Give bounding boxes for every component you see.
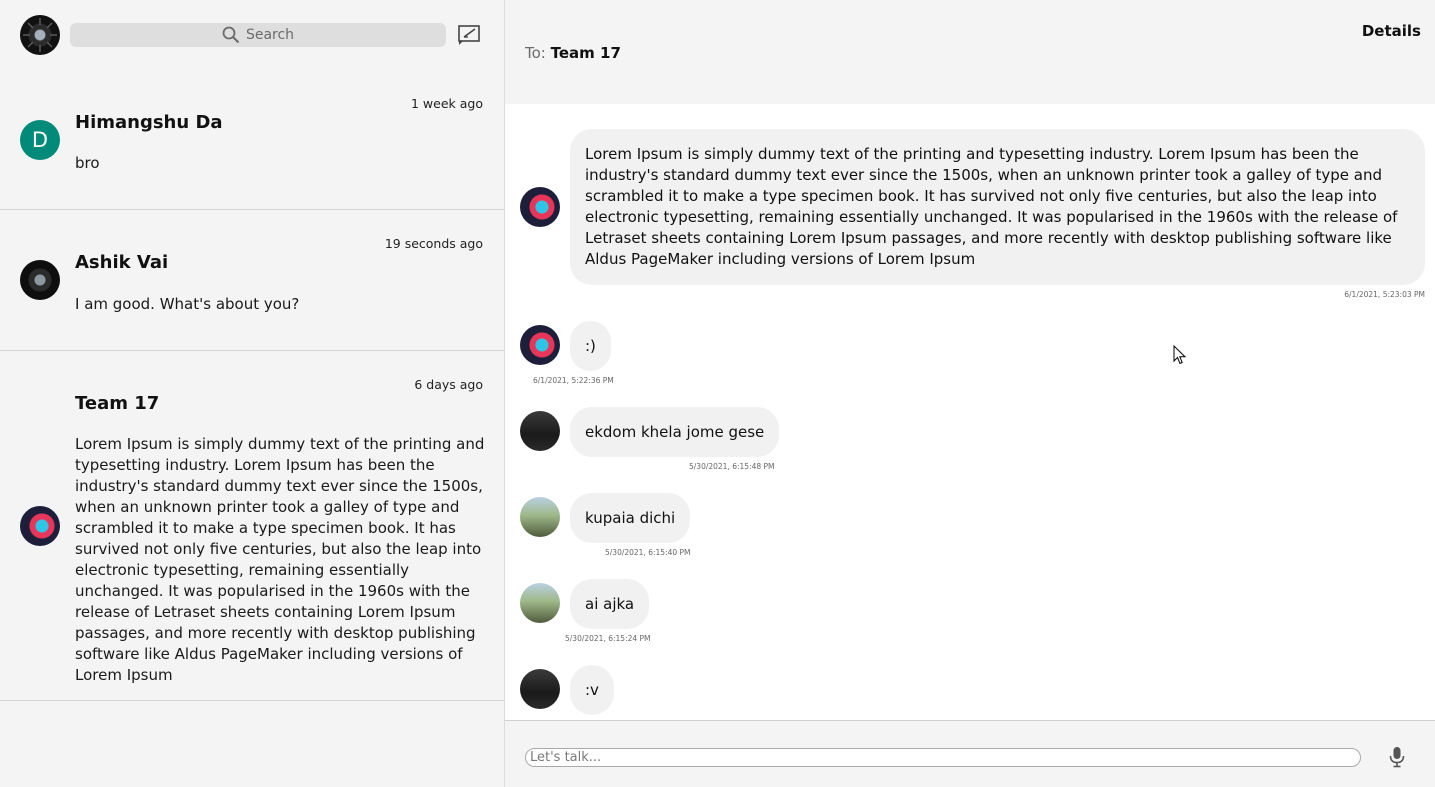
details-button[interactable]: Details: [1362, 22, 1421, 40]
chat-panel: To: Team 17 Details Lorem Ipsum is simpl…: [505, 0, 1435, 787]
message-text: kupaia dichi: [585, 508, 676, 527]
avatar: [520, 583, 560, 623]
compose-icon[interactable]: [458, 24, 482, 46]
avatar: [520, 497, 560, 537]
message-bubble: ai ajka: [570, 579, 650, 629]
avatar: [520, 325, 560, 365]
message-timestamp: 5/30/2021, 6:15:40 PM: [605, 548, 691, 557]
message-bubble: kupaia dichi: [570, 493, 691, 543]
avatar: D: [20, 120, 60, 160]
message-text: :v: [585, 680, 599, 699]
chat-header: To: Team 17 Details: [505, 0, 1435, 104]
message-bubble: Lorem Ipsum is simply dummy text of the …: [570, 129, 1425, 285]
conversation-preview: I am good. What's about you?: [75, 295, 300, 313]
recipient-line: To: Team 17: [525, 44, 621, 62]
to-label: To:: [525, 44, 546, 62]
avatar: [520, 669, 560, 709]
message-bubble: ekdom khela jome gese: [570, 407, 780, 457]
avatar: [520, 187, 560, 227]
user-avatar[interactable]: [20, 15, 60, 55]
search-icon: [222, 26, 240, 44]
message-text: :): [585, 336, 596, 355]
conversation-name: Team 17: [75, 393, 160, 414]
avatar: [20, 506, 60, 546]
search-input[interactable]: Search: [70, 23, 446, 47]
message-timestamp: 5/30/2021, 6:15:24 PM: [565, 634, 651, 643]
message-text: Lorem Ipsum is simply dummy text of the …: [585, 145, 1398, 268]
mouse-cursor-icon: [1173, 345, 1187, 365]
conversation-name: Ashik Vai: [75, 252, 169, 273]
message-text: ai ajka: [585, 594, 635, 613]
avatar: [520, 411, 560, 451]
conversation-time: 19 seconds ago: [384, 236, 483, 251]
message-input[interactable]: [525, 748, 1361, 767]
conversation-time: 6 days ago: [414, 377, 483, 392]
message-bubble: :v: [570, 665, 614, 715]
message-text: ekdom khela jome gese: [585, 422, 765, 441]
conversation-item[interactable]: 1 week ago D Himangshu Da bro: [0, 70, 504, 210]
sidebar-topbar: Search: [0, 0, 504, 70]
message-bubble: :): [570, 321, 611, 371]
conversation-item[interactable]: 19 seconds ago Ashik Vai I am good. What…: [0, 210, 504, 351]
sun-emblem-icon: [23, 18, 57, 52]
conversation-preview: Lorem Ipsum is simply dummy text of the …: [75, 435, 485, 684]
conversation-item[interactable]: 6 days ago Team 17 Lorem Ipsum is simply…: [0, 351, 504, 701]
message-timestamp: 6/1/2021, 5:23:03 PM: [1344, 290, 1425, 299]
message-timestamp: 6/1/2021, 5:22:36 PM: [533, 376, 614, 385]
conversation-time: 1 week ago: [411, 96, 483, 111]
search-placeholder: Search: [245, 27, 295, 43]
mic-icon[interactable]: [1388, 746, 1406, 768]
recipient-name: Team 17: [550, 44, 621, 62]
avatar: [20, 260, 60, 300]
message-composer: [505, 720, 1435, 787]
conversation-sidebar: Search 1 week ago D Himangshu Da bro 19 …: [0, 0, 505, 787]
conversation-name: Himangshu Da: [75, 112, 223, 133]
message-timestamp: 5/30/2021, 6:15:48 PM: [689, 462, 775, 471]
conversation-preview: bro: [75, 154, 100, 172]
